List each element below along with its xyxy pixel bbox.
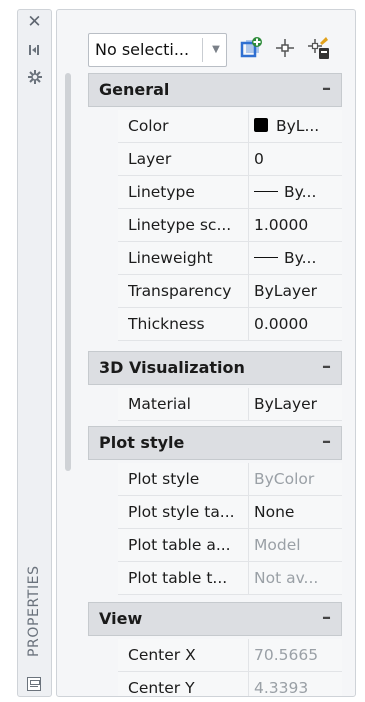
column-divider [248, 209, 249, 242]
property-value[interactable]: 0.0000 [254, 308, 340, 340]
auto-hide-icon[interactable] [18, 43, 51, 59]
property-name: Layer [128, 150, 172, 168]
column-divider [248, 388, 249, 421]
property-value: 70.5665 [254, 646, 319, 664]
property-name: Center X [128, 646, 196, 664]
column-divider [248, 639, 249, 672]
lineweight-sample-icon [254, 257, 278, 258]
property-row-linetype-scale[interactable]: Linetype sc... 1.0000 [118, 209, 342, 242]
collapse-icon[interactable]: – [322, 603, 331, 633]
property-row-plot-style-table[interactable]: Plot style ta... None [118, 496, 342, 529]
property-name: Plot style [128, 470, 200, 488]
property-name: Linetype [128, 183, 195, 201]
property-name: Thickness [128, 315, 205, 333]
close-icon[interactable]: ✕ [18, 14, 51, 31]
column-divider [248, 529, 249, 562]
column-divider [248, 496, 249, 529]
selection-value: No selecti... [95, 40, 190, 59]
color-swatch-icon [254, 118, 268, 132]
section-title: General [99, 80, 170, 99]
settings-icon[interactable] [18, 69, 51, 88]
section-title: 3D Visualization [99, 358, 245, 377]
palette-side-strip: ✕ PROPERTIES [17, 9, 52, 697]
properties-palette-icon[interactable] [27, 677, 41, 691]
section-header-general[interactable]: General – [88, 73, 342, 107]
property-name: Material [128, 395, 191, 413]
toggle-pickadd-icon[interactable] [236, 33, 266, 63]
column-divider [248, 176, 249, 209]
property-value[interactable]: ByL... [254, 110, 340, 142]
collapse-icon[interactable]: – [322, 352, 331, 382]
property-value: Not av... [254, 569, 319, 587]
property-row-plot-table-type[interactable]: Plot table t... Not av... [118, 562, 342, 595]
section-title: Plot style [99, 433, 185, 452]
property-value[interactable]: By... [254, 242, 340, 274]
property-value[interactable]: By... [254, 176, 340, 208]
property-row-thickness[interactable]: Thickness 0.0000 [118, 308, 342, 341]
column-divider [248, 562, 249, 595]
property-row-color[interactable]: Color ByL... [118, 110, 342, 143]
property-name: Plot style ta... [128, 503, 235, 521]
property-name: Plot table a... [128, 536, 231, 554]
property-name: Lineweight [128, 249, 213, 267]
select-objects-icon[interactable] [270, 33, 300, 63]
section-title: View [99, 609, 143, 628]
linetype-sample-icon [254, 191, 278, 192]
property-name: Center Y [128, 679, 195, 697]
column-divider [248, 308, 249, 341]
linetype-value-text: By... [284, 183, 317, 201]
property-value[interactable]: 0 [254, 143, 340, 175]
column-divider [248, 275, 249, 308]
palette-title: PROPERTIES [26, 565, 42, 657]
property-row-plot-style[interactable]: Plot style ByColor [118, 463, 342, 496]
property-value[interactable]: None [254, 496, 340, 528]
property-name: Linetype sc... [128, 216, 232, 234]
property-row-lineweight[interactable]: Lineweight By... [118, 242, 342, 275]
section-header-view[interactable]: View – [88, 602, 342, 636]
property-value: ByColor [254, 470, 315, 488]
property-name: Color [128, 117, 169, 135]
collapse-icon[interactable]: – [322, 427, 331, 457]
property-name: Plot table t... [128, 569, 228, 587]
property-row-center-x[interactable]: Center X 70.5665 [118, 639, 342, 672]
quick-select-icon[interactable] [304, 33, 334, 63]
property-value[interactable]: 1.0000 [254, 209, 340, 241]
selection-dropdown[interactable]: No selecti... ▼ [88, 33, 227, 67]
column-divider [248, 110, 249, 143]
property-row-layer[interactable]: Layer 0 [118, 143, 342, 176]
property-row-material[interactable]: Material ByLayer [118, 388, 342, 421]
property-row-center-y[interactable]: Center Y 4.3393 [118, 672, 342, 697]
dropdown-divider [202, 38, 203, 62]
property-row-plot-table-attached[interactable]: Plot table a... Model [118, 529, 342, 562]
column-divider [248, 143, 249, 176]
column-divider [248, 242, 249, 275]
properties-panel: No selecti... ▼ General – Color ByL... L… [56, 9, 356, 697]
property-value[interactable]: ByLayer [254, 388, 340, 420]
property-value: Model [254, 536, 301, 554]
collapse-icon[interactable]: – [322, 74, 331, 104]
vertical-scrollbar[interactable] [65, 73, 71, 471]
property-row-transparency[interactable]: Transparency ByLayer [118, 275, 342, 308]
property-row-linetype[interactable]: Linetype By... [118, 176, 342, 209]
column-divider [248, 672, 249, 696]
section-header-plot-style[interactable]: Plot style – [88, 426, 342, 460]
chevron-down-icon[interactable]: ▼ [207, 34, 225, 66]
lineweight-value-text: By... [284, 249, 317, 267]
property-name: Transparency [128, 282, 232, 300]
color-value-text: ByL... [276, 117, 320, 135]
property-value: 4.3393 [254, 679, 309, 697]
section-header-3d-visualization[interactable]: 3D Visualization – [88, 351, 342, 385]
column-divider [248, 463, 249, 496]
property-value[interactable]: ByLayer [254, 275, 340, 307]
